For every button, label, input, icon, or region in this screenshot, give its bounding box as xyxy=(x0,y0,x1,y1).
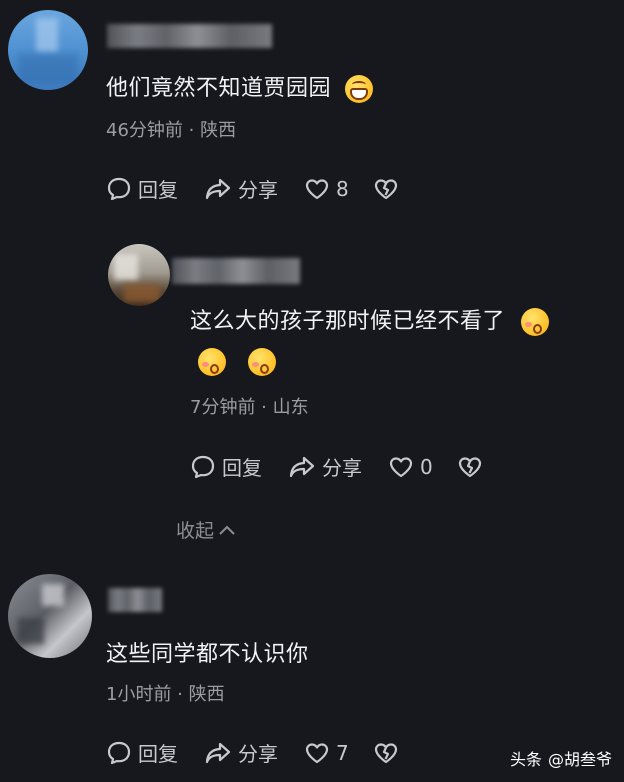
like-count: 8 xyxy=(336,176,349,201)
username-blurred[interactable] xyxy=(107,24,272,48)
share-icon xyxy=(205,178,231,199)
comment-content: 这么大的孩子那时候已经不看了 xyxy=(190,302,610,382)
reply-icon xyxy=(191,455,215,478)
username-blurred[interactable] xyxy=(108,588,162,612)
username-blurred[interactable] xyxy=(172,258,300,284)
dislike-icon xyxy=(458,456,481,477)
like-count: 7 xyxy=(336,740,349,765)
like-icon xyxy=(305,742,329,763)
blushing-kiss-emoji-icon xyxy=(198,348,226,376)
like-count: 0 xyxy=(420,454,433,479)
blushing-kiss-emoji-icon xyxy=(247,348,276,376)
share-button[interactable]: 分享 xyxy=(204,738,278,767)
comment-actions: 回复 分享 0 xyxy=(190,452,483,481)
share-icon xyxy=(289,456,315,477)
comment-actions: 回复 分享 7 xyxy=(106,738,399,767)
reply-button[interactable]: 回复 xyxy=(106,174,178,203)
comment-meta: 7分钟前 · 山东 xyxy=(190,397,309,418)
dislike-button[interactable] xyxy=(457,455,483,479)
share-button[interactable]: 分享 xyxy=(288,452,362,481)
blushing-kiss-emoji-icon xyxy=(520,308,549,336)
comment-content: 这些同学都不认识你 xyxy=(106,642,309,667)
like-button[interactable]: 8 xyxy=(304,177,349,201)
watermark-brand: 头条 xyxy=(510,750,543,769)
avatar[interactable] xyxy=(8,10,88,90)
chevron-up-icon xyxy=(219,525,235,535)
avatar[interactable] xyxy=(8,574,92,658)
comment-actions: 回复 分享 8 xyxy=(106,174,399,203)
dislike-button[interactable] xyxy=(373,741,399,765)
dislike-button[interactable] xyxy=(373,177,399,201)
like-button[interactable]: 0 xyxy=(388,455,433,479)
comment-content: 他们竟然不知道贾园园 xyxy=(106,70,373,103)
grin-emoji-icon xyxy=(344,75,373,103)
dislike-icon xyxy=(374,178,397,199)
like-icon xyxy=(305,178,329,199)
comment-meta: 46分钟前 · 陕西 xyxy=(106,120,237,141)
collapse-replies-button[interactable]: 收起 xyxy=(176,516,236,543)
reply-icon xyxy=(107,177,131,200)
reply-button[interactable]: 回复 xyxy=(106,738,178,767)
comment-meta: 1小时前 · 陕西 xyxy=(106,684,225,705)
watermark-handle: @胡叁爷 xyxy=(548,750,613,769)
share-icon xyxy=(205,742,231,763)
dislike-icon xyxy=(374,742,397,763)
avatar[interactable] xyxy=(108,244,170,306)
reply-icon xyxy=(107,741,131,764)
watermark: 头条 @胡叁爷 xyxy=(510,746,612,770)
share-button[interactable]: 分享 xyxy=(204,174,278,203)
reply-button[interactable]: 回复 xyxy=(190,452,262,481)
like-button[interactable]: 7 xyxy=(304,741,349,765)
like-icon xyxy=(389,456,413,477)
